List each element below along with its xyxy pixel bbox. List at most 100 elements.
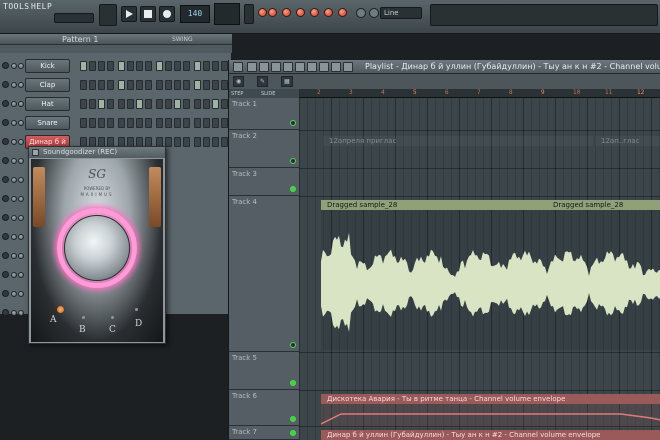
step-button[interactable] [165, 137, 172, 147]
window-menu-icon[interactable] [233, 62, 243, 72]
step-edit-icon[interactable] [296, 8, 305, 17]
channel-mute-led[interactable] [2, 157, 9, 164]
channel-name-button[interactable]: Hat [25, 97, 70, 111]
step-button[interactable] [194, 61, 201, 71]
pattern-selector[interactable]: Pattern 1 [62, 35, 98, 44]
step-button[interactable] [156, 80, 163, 90]
channel-knob[interactable] [11, 215, 17, 221]
step-button[interactable] [107, 61, 114, 71]
step-button[interactable] [136, 99, 143, 109]
step-button[interactable] [80, 80, 87, 90]
channel-mute-led[interactable] [2, 100, 9, 107]
channel-knob[interactable] [18, 253, 24, 259]
step-button[interactable] [221, 80, 228, 90]
master-pitch-knob[interactable] [356, 8, 366, 18]
blend-icon[interactable] [310, 8, 319, 17]
channel-mute-led[interactable] [2, 62, 9, 69]
step-button[interactable] [183, 80, 190, 90]
track-mute-led[interactable] [290, 430, 296, 436]
channel-knob[interactable] [18, 215, 24, 221]
step-button[interactable] [127, 118, 134, 128]
step-button[interactable] [98, 80, 105, 90]
step-button[interactable] [107, 80, 114, 90]
step-button[interactable] [165, 61, 172, 71]
step-button[interactable] [118, 61, 125, 71]
track-header[interactable]: Track 2 [229, 130, 299, 168]
step-button[interactable] [118, 80, 125, 90]
step-button[interactable] [156, 118, 163, 128]
track-header[interactable]: Track 6 [229, 390, 299, 426]
step-button[interactable] [165, 99, 172, 109]
channel-mute-led[interactable] [2, 176, 9, 183]
zoom-tool-icon[interactable] [331, 62, 341, 72]
step-button[interactable] [212, 61, 219, 71]
step-button[interactable] [194, 137, 201, 147]
step-button[interactable] [145, 118, 152, 128]
step-button[interactable] [203, 61, 210, 71]
step-button[interactable] [174, 137, 181, 147]
step-button[interactable] [212, 99, 219, 109]
pattern-song-switch[interactable] [99, 4, 117, 26]
step-button[interactable] [174, 99, 181, 109]
channel-mute-led[interactable] [2, 309, 9, 316]
play-button[interactable] [121, 6, 137, 22]
step-button[interactable] [136, 80, 143, 90]
loop-record-icon[interactable] [324, 8, 333, 17]
metronome-icon[interactable] [258, 8, 267, 17]
channel-knob[interactable] [11, 291, 17, 297]
channel-knob[interactable] [18, 120, 24, 126]
step-button[interactable] [203, 99, 210, 109]
preset-c-button[interactable]: C [109, 325, 116, 335]
step-button[interactable] [194, 118, 201, 128]
channel-knob[interactable] [18, 234, 24, 240]
step-button[interactable] [203, 137, 210, 147]
step-button[interactable] [203, 80, 210, 90]
channel-knob[interactable] [18, 82, 24, 88]
envelope-clip-header[interactable]: Дискотека Авария - Ты в ритме танца - Ch… [321, 394, 660, 404]
step-button[interactable] [80, 99, 87, 109]
step-button[interactable] [174, 61, 181, 71]
stop-button[interactable] [140, 6, 156, 22]
snap-magnet-icon[interactable]: ◉ [233, 76, 245, 87]
channel-knob[interactable] [18, 158, 24, 164]
track-mute-led[interactable] [290, 380, 296, 386]
channel-knob[interactable] [11, 234, 17, 240]
step-button[interactable] [183, 61, 190, 71]
step-button[interactable] [80, 118, 87, 128]
step-button[interactable] [183, 137, 190, 147]
step-button[interactable] [127, 61, 134, 71]
step-button[interactable] [183, 99, 190, 109]
step-button[interactable] [127, 99, 134, 109]
delete-tool-icon[interactable] [271, 62, 281, 72]
step-button[interactable] [194, 80, 201, 90]
channel-knob[interactable] [11, 196, 17, 202]
track-mute-led[interactable] [290, 342, 296, 348]
step-button[interactable] [212, 118, 219, 128]
channel-mute-led[interactable] [2, 214, 9, 221]
step-button[interactable] [203, 118, 210, 128]
channel-knob[interactable] [11, 139, 17, 145]
tempo-display[interactable]: 140 [180, 5, 210, 23]
channel-knob[interactable] [18, 272, 24, 278]
channel-name-button[interactable]: Snare [25, 116, 70, 130]
draw-tool-icon[interactable] [247, 62, 257, 72]
step-button[interactable] [107, 99, 114, 109]
channel-knob[interactable] [11, 120, 17, 126]
channel-knob[interactable] [11, 177, 17, 183]
snap-select[interactable]: Line [380, 7, 422, 19]
audio-clip-header[interactable]: Dragged sample_28 [321, 200, 547, 210]
channel-knob[interactable] [11, 253, 17, 259]
channel-knob[interactable] [11, 310, 17, 316]
menu-tools[interactable]: TOOLS [3, 2, 30, 11]
step-button[interactable] [221, 137, 228, 147]
menu-help[interactable]: HELP [31, 2, 52, 11]
step-button[interactable] [145, 61, 152, 71]
step-button[interactable] [98, 118, 105, 128]
step-button[interactable] [212, 80, 219, 90]
step-button[interactable] [183, 118, 190, 128]
ghost-clip[interactable]: 12ап..глас [595, 136, 660, 146]
envelope-clip-header[interactable]: Динар б й уллин (Губайдуллин) - Тыу ан к… [321, 430, 660, 440]
channel-knob[interactable] [11, 101, 17, 107]
timeline-ruler[interactable]: 2 3 4 5 6 7 8 9 10 11 12 [299, 89, 660, 98]
channel-knob[interactable] [18, 63, 24, 69]
